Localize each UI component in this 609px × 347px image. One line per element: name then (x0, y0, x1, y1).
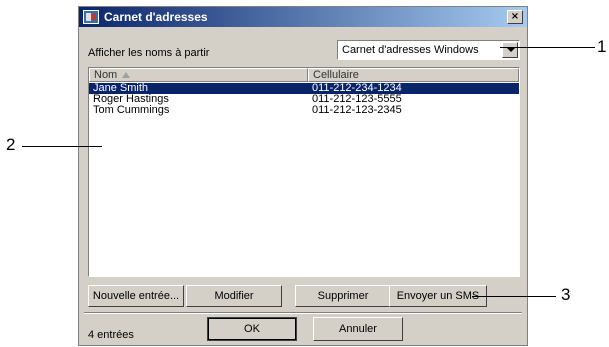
source-label: Afficher les noms à partir (88, 47, 210, 59)
source-select[interactable]: Carnet d'adresses Windows (337, 40, 520, 60)
chevron-down-icon[interactable] (502, 42, 518, 58)
cancel-button[interactable]: Annuler (313, 317, 403, 341)
callout-line-1 (500, 47, 595, 48)
contact-name: Tom Cummings (93, 104, 170, 116)
ok-button[interactable]: OK (207, 317, 297, 341)
table-row[interactable]: Tom Cummings 011-212-123-2345 (89, 105, 519, 116)
separator (84, 312, 522, 314)
list-header: Nom Cellulaire (89, 68, 519, 82)
address-book-window: Carnet d'adresses × Afficher les noms à … (78, 6, 528, 346)
contact-phone: 011-212-123-2345 (312, 104, 402, 116)
delete-button[interactable]: Supprimer (295, 285, 391, 307)
callout-number-2: 2 (6, 135, 16, 154)
column-header-name[interactable]: Nom (89, 68, 308, 82)
list-rows: Jane Smith 011-212-234-1234 Roger Hastin… (89, 83, 519, 116)
callout-line-3 (472, 296, 556, 297)
address-book-icon (83, 10, 99, 24)
column-header-name-label: Nom (94, 69, 118, 81)
sort-ascending-icon (122, 72, 130, 78)
new-entry-button[interactable]: Nouvelle entrée... (88, 285, 184, 307)
source-select-value: Carnet d'adresses Windows (342, 44, 479, 56)
callout-number-1: 1 (597, 37, 607, 56)
edit-button[interactable]: Modifier (186, 285, 282, 307)
callout-number-3: 3 (561, 285, 571, 304)
contact-list[interactable]: Nom Cellulaire Jane Smith 011-212-234-12… (88, 67, 520, 277)
column-header-mobile[interactable]: Cellulaire (308, 68, 519, 82)
close-button[interactable]: × (507, 10, 523, 24)
window-title: Carnet d'adresses (104, 10, 208, 24)
title-bar[interactable]: Carnet d'adresses × (79, 7, 527, 27)
callout-line-2 (22, 146, 102, 147)
entry-count: 4 entrées (88, 329, 134, 341)
